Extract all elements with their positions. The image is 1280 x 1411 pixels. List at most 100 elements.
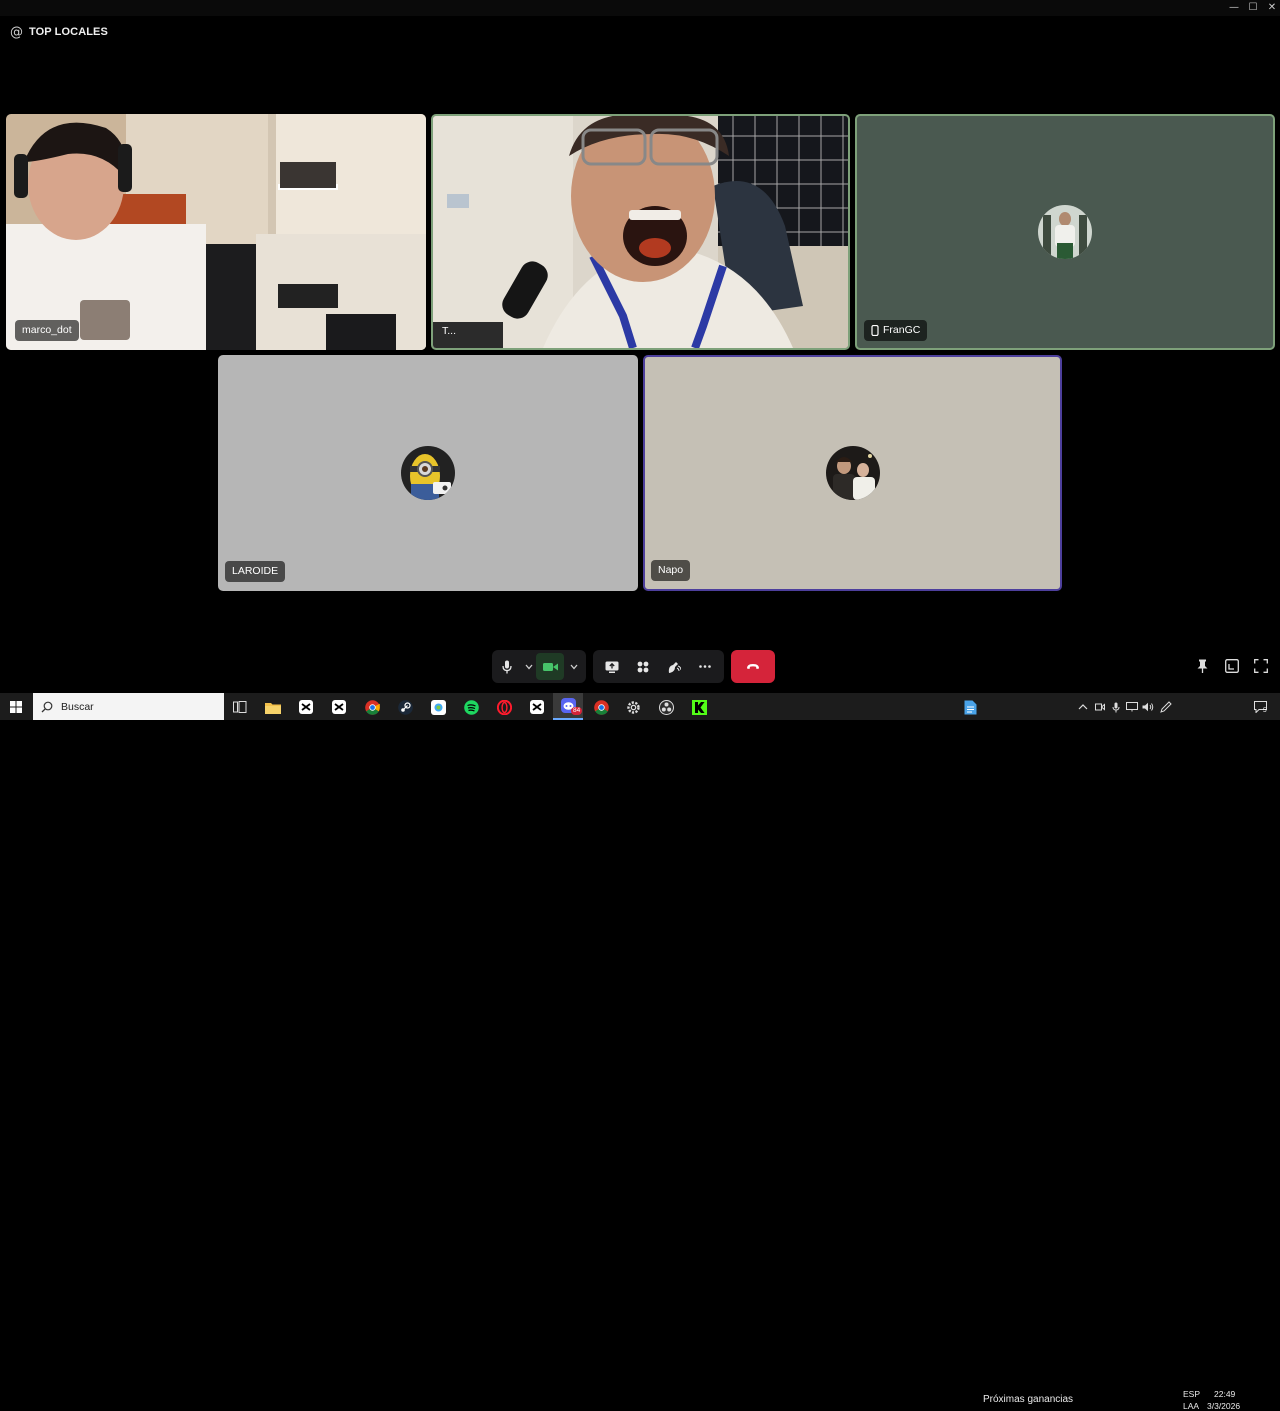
capcut-icon <box>299 700 313 714</box>
participant-avatar <box>1038 205 1092 259</box>
fullscreen-icon <box>1254 659 1268 673</box>
steam-button[interactable] <box>395 697 415 717</box>
pen-icon <box>1160 701 1172 713</box>
chevron-down-icon <box>525 664 533 669</box>
participant-tile-speaking[interactable]: T... <box>431 114 850 350</box>
at-icon: @ <box>10 24 23 40</box>
participant-tile-napo[interactable]: Napo <box>643 355 1062 591</box>
spotify-icon <box>463 699 479 715</box>
participant-avatar <box>825 446 880 500</box>
capcut-button[interactable] <box>296 697 316 717</box>
participant-name: FranGC <box>883 324 921 336</box>
photos-icon <box>430 699 446 715</box>
chrome-button[interactable] <box>362 697 382 717</box>
volume-icon <box>1142 702 1154 712</box>
mic-icon <box>502 660 512 673</box>
tray-camera-icon[interactable] <box>1092 697 1108 717</box>
gear-icon <box>626 700 640 714</box>
discord-badge: 84 <box>571 707 583 715</box>
activities-icon <box>637 661 649 672</box>
start-button[interactable] <box>6 697 26 717</box>
participant-nameplate: FranGC <box>864 320 928 341</box>
tray-volume-icon[interactable] <box>1140 697 1156 717</box>
channel-name: TOP LOCALES <box>29 26 108 38</box>
language-indicator[interactable]: ESP <box>1183 1389 1200 1399</box>
spotify-button[interactable] <box>461 697 481 717</box>
participant-name: Napo <box>658 564 684 576</box>
capcut-icon <box>332 700 346 714</box>
participant-name: marco_dot <box>22 324 72 336</box>
search-icon <box>41 701 53 712</box>
widget-icon-button[interactable] <box>960 697 980 717</box>
notification-count: 5 <box>1263 707 1267 714</box>
more-icon <box>698 665 711 668</box>
soundboard-button[interactable] <box>659 650 689 683</box>
capcut-icon <box>530 700 544 714</box>
activities-button[interactable] <box>628 650 658 683</box>
participant-nameplate: Napo <box>651 560 691 581</box>
pin-button[interactable] <box>1192 656 1212 676</box>
clock-date[interactable]: 3/3/2026 <box>1207 1401 1240 1411</box>
participant-tile-frangc[interactable]: FranGC <box>855 114 1275 350</box>
popout-button[interactable] <box>1222 656 1242 676</box>
kick-icon <box>691 699 707 715</box>
folder-icon <box>265 702 281 714</box>
opera-icon <box>496 699 512 715</box>
soundboard-icon <box>668 661 681 673</box>
video-feed <box>6 114 426 350</box>
pin-icon <box>1197 659 1207 673</box>
windows-icon <box>10 701 22 713</box>
chrome-icon <box>593 699 609 715</box>
capcut-3-button[interactable] <box>527 697 547 717</box>
tray-network-icon[interactable] <box>1124 697 1140 717</box>
notification-center-button[interactable]: 5 <box>1250 697 1270 717</box>
obs-icon <box>658 699 674 715</box>
chevron-up-icon <box>1078 704 1088 710</box>
participant-name: T... <box>442 325 457 337</box>
more-options-button[interactable] <box>690 650 720 683</box>
photos-button[interactable] <box>428 697 448 717</box>
fullscreen-button[interactable] <box>1251 656 1271 676</box>
settings-button[interactable] <box>623 697 643 717</box>
disconnect-button[interactable] <box>731 650 775 683</box>
obs-button[interactable] <box>656 697 676 717</box>
screen-share-icon <box>605 661 619 673</box>
participant-tile-marco[interactable]: marco_dot <box>6 114 426 350</box>
chevron-down-icon <box>570 664 578 669</box>
file-explorer-button[interactable] <box>263 697 283 717</box>
capcut-2-button[interactable] <box>329 697 349 717</box>
chrome-profile-button[interactable] <box>591 697 611 717</box>
keyboard-layout[interactable]: LAA <box>1183 1401 1199 1411</box>
chrome-icon <box>364 699 380 715</box>
popout-icon <box>1225 659 1239 673</box>
camera-button[interactable] <box>536 653 564 680</box>
mic-options-button[interactable] <box>522 650 536 683</box>
screen-share-button[interactable] <box>597 650 627 683</box>
network-icon <box>1126 702 1138 712</box>
minimize-button[interactable]: — <box>1224 0 1244 16</box>
close-button[interactable]: ✕ <box>1262 0 1280 16</box>
taskbar-search[interactable]: Buscar <box>33 693 224 720</box>
mic-button[interactable] <box>492 650 522 683</box>
tray-mic-icon[interactable] <box>1108 697 1124 717</box>
video-feed <box>433 116 848 348</box>
participant-tile-laroide[interactable]: LAROIDE <box>218 355 638 591</box>
task-view-button[interactable] <box>230 697 250 717</box>
widget-text[interactable]: Próximas ganancias <box>983 1394 1073 1405</box>
participant-nameplate: marco_dot <box>15 320 79 341</box>
opera-button[interactable] <box>494 697 514 717</box>
camera-icon <box>1095 703 1105 711</box>
discord-button[interactable]: 84 <box>553 693 583 720</box>
participant-avatar <box>401 446 455 500</box>
kick-button[interactable] <box>689 697 709 717</box>
camera-icon <box>542 662 558 671</box>
phone-icon <box>871 325 879 336</box>
participant-nameplate: LAROIDE <box>225 561 286 582</box>
clock-time[interactable]: 22:49 <box>1214 1389 1235 1399</box>
participant-nameplate: T... <box>438 321 460 342</box>
camera-options-button[interactable] <box>564 650 584 683</box>
taskbar: Buscar 84 Próximas ganancias ESP LAA 22:… <box>0 693 1280 1411</box>
tray-pen-icon[interactable] <box>1158 697 1174 717</box>
tray-overflow-button[interactable] <box>1075 697 1091 717</box>
maximize-button[interactable]: ☐ <box>1243 0 1263 16</box>
